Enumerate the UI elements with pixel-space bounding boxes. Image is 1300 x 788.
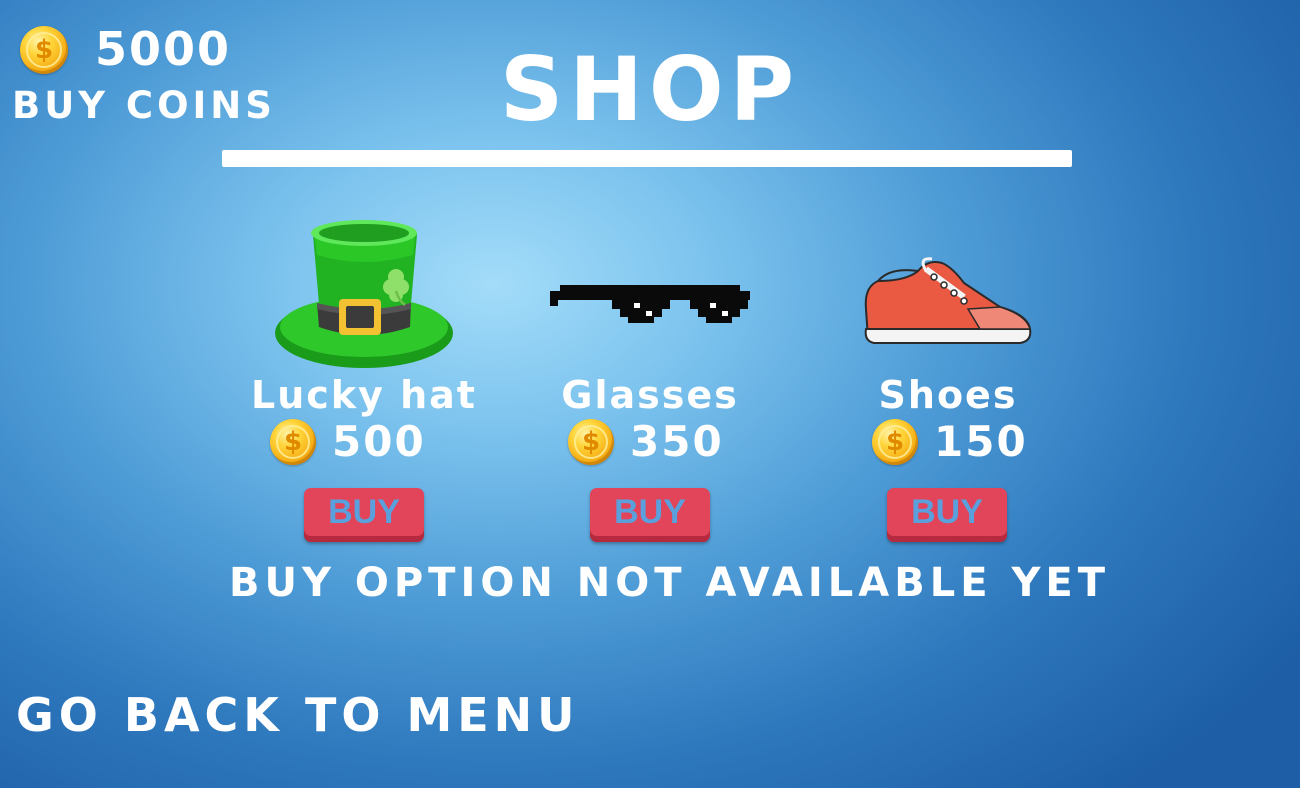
buy-glasses-button[interactable]: BUY <box>590 488 710 542</box>
coin-icon: $ <box>872 419 918 465</box>
item-name: Glasses <box>561 373 739 417</box>
buy-shoes-button[interactable]: BUY <box>887 488 1007 542</box>
item-price: $ 500 <box>214 417 514 466</box>
price-value: 150 <box>934 417 1028 466</box>
price-value: 350 <box>630 417 724 466</box>
pixel-glasses-icon <box>550 285 750 323</box>
item-name: Lucky hat <box>251 373 477 417</box>
shop-item-lucky-hat: Lucky hat $ 500 BUY <box>214 205 514 555</box>
item-price: $ 350 <box>500 417 800 466</box>
buy-unavailable-notice: BUY OPTION NOT AVAILABLE YET <box>229 560 1111 606</box>
price-value: 500 <box>332 417 426 466</box>
item-name: Shoes <box>878 373 1018 417</box>
item-price: $ 150 <box>798 417 1098 466</box>
page-title: SHOP <box>499 38 801 141</box>
title-divider <box>222 150 1072 167</box>
sneaker-icon <box>864 257 1032 344</box>
coin-icon: $ <box>270 419 316 465</box>
leprechaun-hat-icon <box>275 220 453 368</box>
coin-icon: $ <box>568 419 614 465</box>
buy-lucky-hat-button[interactable]: BUY <box>304 488 424 542</box>
shop-item-glasses: Glasses $ 350 BUY <box>500 205 800 555</box>
shop-item-shoes: Shoes $ 150 BUY <box>798 205 1098 555</box>
back-to-menu-button[interactable]: GO BACK TO MENU <box>16 688 580 742</box>
